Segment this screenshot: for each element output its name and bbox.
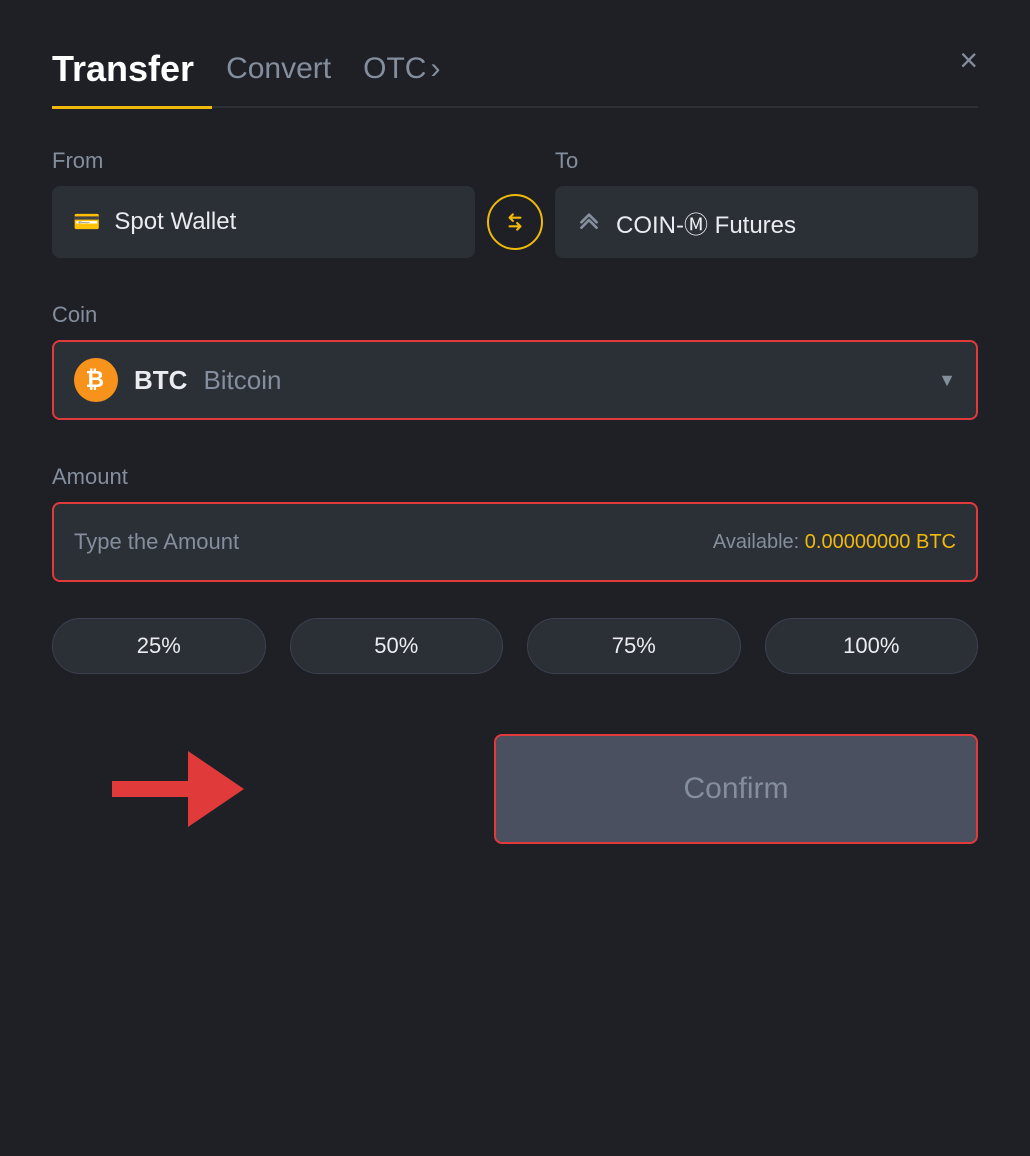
available-text: Available: 0.00000000 BTC: [713, 531, 956, 554]
confirm-button[interactable]: Confirm: [494, 734, 978, 844]
active-tab-indicator: [52, 106, 212, 109]
close-button[interactable]: ×: [959, 44, 978, 76]
from-column: From 💳 Spot Wallet: [52, 148, 475, 258]
svg-text:₿: ₿: [86, 366, 105, 392]
to-wallet-name: COIN-Ⓜ Futures: [616, 205, 796, 240]
confirm-row: Confirm: [52, 734, 978, 844]
from-label: From: [52, 148, 475, 174]
pct-50-button[interactable]: 50%: [290, 618, 504, 674]
coin-selector[interactable]: ₿ BTC Bitcoin ▼: [52, 340, 978, 420]
wallet-icon: 💳: [73, 209, 100, 235]
swap-icon: [502, 209, 528, 235]
bitcoin-logo: ₿: [82, 366, 110, 394]
pct-100-button[interactable]: 100%: [765, 618, 979, 674]
coin-label: Coin: [52, 302, 978, 328]
percentage-row: 25% 50% 75% 100%: [52, 618, 978, 674]
coin-fullname: Bitcoin: [203, 365, 281, 396]
coin-symbol: BTC: [134, 365, 187, 396]
tab-otc[interactable]: OTC ›: [363, 52, 440, 98]
from-wallet-selector[interactable]: 💳 Spot Wallet: [52, 186, 475, 258]
swap-button[interactable]: [487, 194, 543, 250]
pct-75-button[interactable]: 75%: [527, 618, 741, 674]
tab-transfer[interactable]: Transfer: [52, 48, 194, 102]
swap-center: [475, 194, 555, 258]
tab-underline: [52, 106, 978, 108]
futures-icon: [576, 206, 602, 238]
otc-arrow-icon: ›: [430, 52, 440, 86]
tab-convert[interactable]: Convert: [226, 52, 331, 98]
arrow-head-icon: [188, 751, 244, 827]
btc-icon: ₿: [74, 358, 118, 402]
arrow-indicator: [112, 751, 244, 827]
amount-input[interactable]: [74, 529, 697, 555]
to-wallet-selector[interactable]: COIN-Ⓜ Futures: [555, 186, 978, 258]
to-label: To: [555, 148, 978, 174]
chevron-down-icon: ▼: [938, 370, 956, 391]
transfer-modal: Transfer Convert OTC › × From 💳 Spot Wal…: [0, 0, 1030, 1156]
amount-box: Available: 0.00000000 BTC: [52, 502, 978, 582]
from-to-row: From 💳 Spot Wallet To: [52, 148, 978, 258]
coin-section: Coin ₿ BTC Bitcoin ▼: [52, 302, 978, 420]
header-tabs: Transfer Convert OTC ›: [52, 48, 978, 102]
amount-label: Amount: [52, 464, 978, 490]
arrow-shaft: [112, 781, 192, 797]
pct-25-button[interactable]: 25%: [52, 618, 266, 674]
from-wallet-name: Spot Wallet: [114, 208, 236, 236]
amount-section: Amount Available: 0.00000000 BTC: [52, 464, 978, 582]
available-value: 0.00000000 BTC: [805, 531, 956, 553]
to-column: To COIN-Ⓜ Futures: [555, 148, 978, 258]
